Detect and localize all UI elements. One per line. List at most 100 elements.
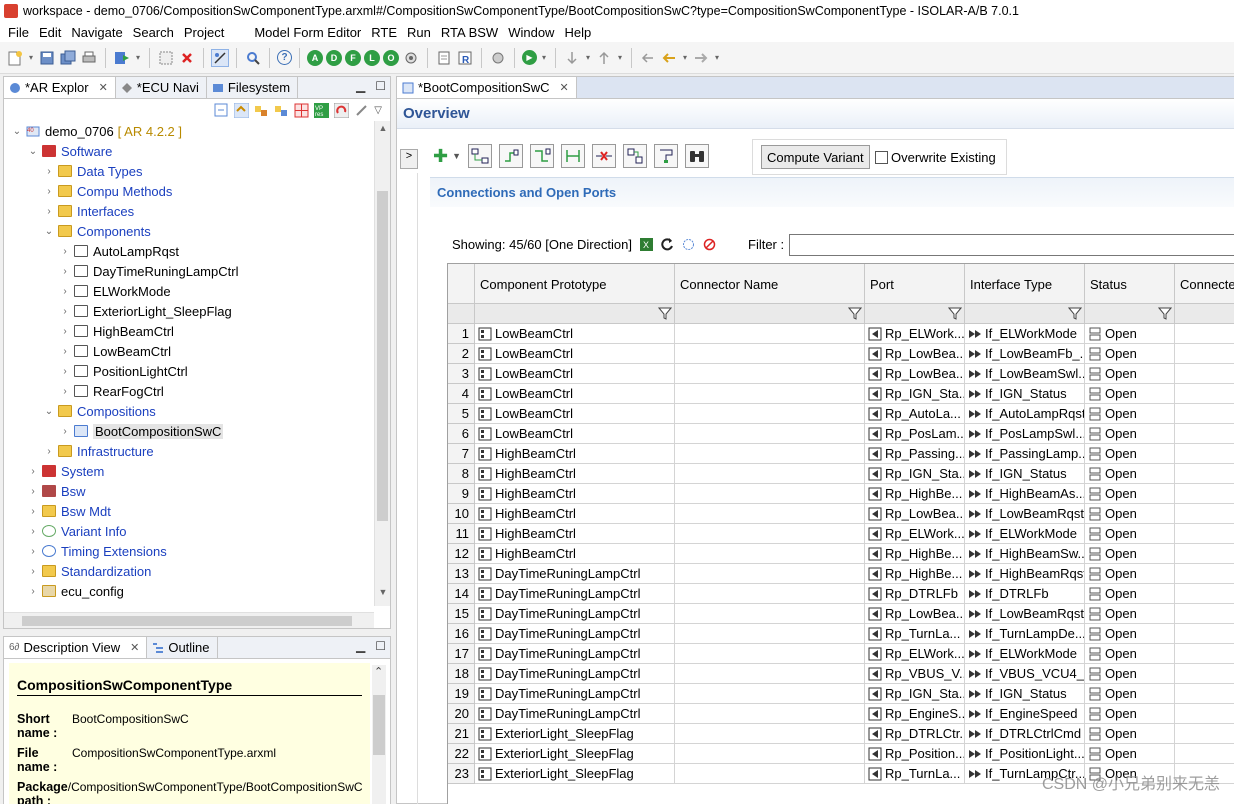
- maximize-icon[interactable]: ☐: [375, 79, 386, 93]
- table-cell-conn[interactable]: [675, 464, 865, 484]
- table-cell-status[interactable]: Open: [1085, 464, 1175, 484]
- table-row[interactable]: 19 DayTimeRuningLampCtrl Rp_IGN_Sta... If_I…: [448, 684, 1234, 704]
- table-cell-conn2[interactable]: [1175, 384, 1234, 404]
- tab-description-view[interactable]: 6∂ Description View ✕: [4, 637, 148, 658]
- table-cell-conn2[interactable]: [1175, 504, 1234, 524]
- table-row[interactable]: 22 ExteriorLight_SleepFlag Rp_Position... I…: [448, 744, 1234, 764]
- next-annotation-icon[interactable]: [563, 49, 581, 67]
- table-cell-port[interactable]: Rp_ELWork...: [865, 524, 965, 544]
- table-cell-status[interactable]: Open: [1085, 344, 1175, 364]
- maximize-icon[interactable]: ☐: [375, 639, 386, 653]
- expand-chevron-icon[interactable]: ›: [58, 306, 72, 317]
- table-cell-conn2[interactable]: [1175, 604, 1234, 624]
- build-icon[interactable]: [113, 49, 131, 67]
- table-cell-comp[interactable]: LowBeamCtrl: [475, 344, 675, 364]
- table-cell-conn2[interactable]: [1175, 644, 1234, 664]
- tree-node-timing-extensions[interactable]: › Timing Extensions: [26, 541, 166, 561]
- table-cell-iface[interactable]: If_HighBeamAs...: [965, 484, 1085, 504]
- refresh-icon[interactable]: [661, 238, 674, 251]
- table-cell-conn[interactable]: [675, 404, 865, 424]
- table-cell-conn[interactable]: [675, 484, 865, 504]
- column-header-connected[interactable]: Connecte: [1175, 264, 1234, 304]
- table-cell-status[interactable]: Open: [1085, 744, 1175, 764]
- table-cell-iface[interactable]: If_HighBeamRqst: [965, 564, 1085, 584]
- table-cell-port[interactable]: Rp_IGN_Sta...: [865, 464, 965, 484]
- row-number-cell[interactable]: 10: [448, 504, 475, 524]
- table-cell-comp[interactable]: DayTimeRuningLampCtrl: [475, 584, 675, 604]
- table-cell-comp[interactable]: ExteriorLight_SleepFlag: [475, 764, 675, 784]
- filter-funnel-icon[interactable]: [948, 306, 962, 320]
- document-icon[interactable]: [435, 49, 453, 67]
- row-number-cell[interactable]: 14: [448, 584, 475, 604]
- expand-chevron-icon[interactable]: ›: [26, 486, 40, 497]
- expand-chevron-icon[interactable]: ›: [26, 586, 40, 597]
- row-number-cell[interactable]: 9: [448, 484, 475, 504]
- connections-section-header[interactable]: Connections and Open Ports: [430, 177, 1234, 207]
- tree-node-positionlightctrl[interactable]: › PositionLightCtrl: [58, 361, 187, 381]
- table-cell-status[interactable]: Open: [1085, 384, 1175, 404]
- table-cell-port[interactable]: Rp_VBUS_V...: [865, 664, 965, 684]
- table-cell-status[interactable]: Open: [1085, 504, 1175, 524]
- connect-ports-icon[interactable]: [499, 144, 524, 168]
- table-cell-status[interactable]: Open: [1085, 524, 1175, 544]
- clear-filter-icon[interactable]: [703, 238, 716, 251]
- table-cell-conn[interactable]: [675, 564, 865, 584]
- table-cell-port[interactable]: Rp_AutoLa...: [865, 404, 965, 424]
- expand-chevron-icon[interactable]: ›: [58, 426, 72, 437]
- expand-chevron-icon[interactable]: ›: [26, 566, 40, 577]
- view-menu-icon[interactable]: ▽: [374, 105, 382, 116]
- row-number-cell[interactable]: 20: [448, 704, 475, 724]
- menu-rte[interactable]: RTE: [367, 25, 403, 40]
- expand-chevron-icon[interactable]: ›: [26, 546, 40, 557]
- expand-chevron-icon[interactable]: ›: [58, 246, 72, 257]
- scroll-up-icon[interactable]: ▲: [375, 123, 390, 133]
- tree-node-bootcompositionswc[interactable]: › BootCompositionSwC: [58, 421, 224, 441]
- row-number-cell[interactable]: 19: [448, 684, 475, 704]
- close-icon[interactable]: ✕: [99, 81, 108, 94]
- table-cell-comp[interactable]: HighBeamCtrl: [475, 464, 675, 484]
- forward-dropdown-icon[interactable]: ▾: [713, 49, 721, 67]
- tree-node-components[interactable]: ⌄ Components: [42, 221, 151, 241]
- row-number-cell[interactable]: 22: [448, 744, 475, 764]
- grid-view-icon[interactable]: [294, 103, 309, 118]
- table-cell-port[interactable]: Rp_DTRLCtr...: [865, 724, 965, 744]
- table-cell-comp[interactable]: LowBeamCtrl: [475, 404, 675, 424]
- table-row[interactable]: 6 LowBeamCtrl Rp_PosLam... If_PosLampSwl...…: [448, 424, 1234, 444]
- ports-layout-icon[interactable]: [623, 144, 648, 168]
- table-cell-conn2[interactable]: [1175, 324, 1234, 344]
- tree-horizontal-scrollbar[interactable]: [4, 612, 374, 628]
- menu-project[interactable]: Project: [180, 25, 230, 40]
- table-cell-conn2[interactable]: [1175, 544, 1234, 564]
- table-row[interactable]: 4 LowBeamCtrl Rp_IGN_Sta... If_IGN_Status Op…: [448, 384, 1234, 404]
- table-cell-conn[interactable]: [675, 724, 865, 744]
- expand-chevron-icon[interactable]: ›: [58, 266, 72, 277]
- run-icon[interactable]: ▶: [522, 50, 537, 65]
- collapse-chevron-icon[interactable]: ⌄: [42, 406, 56, 417]
- table-cell-comp[interactable]: HighBeamCtrl: [475, 524, 675, 544]
- row-number-cell[interactable]: 13: [448, 564, 475, 584]
- prev-annotation-icon[interactable]: [595, 49, 613, 67]
- collapse-chevron-icon[interactable]: ⌄: [42, 226, 56, 237]
- letter-a-icon[interactable]: A: [307, 49, 323, 66]
- menu-edit[interactable]: Edit: [35, 25, 67, 40]
- table-cell-status[interactable]: Open: [1085, 564, 1175, 584]
- overwrite-existing-checkbox[interactable]: Overwrite Existing: [875, 145, 996, 169]
- table-cell-conn2[interactable]: [1175, 444, 1234, 464]
- table-cell-conn[interactable]: [675, 764, 865, 784]
- row-number-cell[interactable]: 15: [448, 604, 475, 624]
- back-dropdown-icon[interactable]: ▾: [681, 49, 689, 67]
- filter-elements-icon[interactable]: [254, 103, 269, 118]
- tree-node-bsw-mdt[interactable]: › Bsw Mdt: [26, 501, 111, 521]
- tree-node-rearfogctrl[interactable]: › RearFogCtrl: [58, 381, 163, 401]
- table-cell-conn2[interactable]: [1175, 564, 1234, 584]
- table-row[interactable]: 10 HighBeamCtrl Rp_LowBea... If_LowBeamRqst…: [448, 504, 1234, 524]
- tools-icon[interactable]: [489, 49, 507, 67]
- table-cell-conn[interactable]: [675, 684, 865, 704]
- row-number-cell[interactable]: 12: [448, 544, 475, 564]
- table-cell-conn2[interactable]: [1175, 724, 1234, 744]
- row-number-cell[interactable]: 16: [448, 624, 475, 644]
- table-cell-port[interactable]: Rp_TurnLa...: [865, 624, 965, 644]
- description-scrollbar[interactable]: ⌃: [372, 665, 386, 804]
- table-cell-port[interactable]: Rp_TurnLa...: [865, 764, 965, 784]
- expand-chevron-icon[interactable]: ›: [58, 326, 72, 337]
